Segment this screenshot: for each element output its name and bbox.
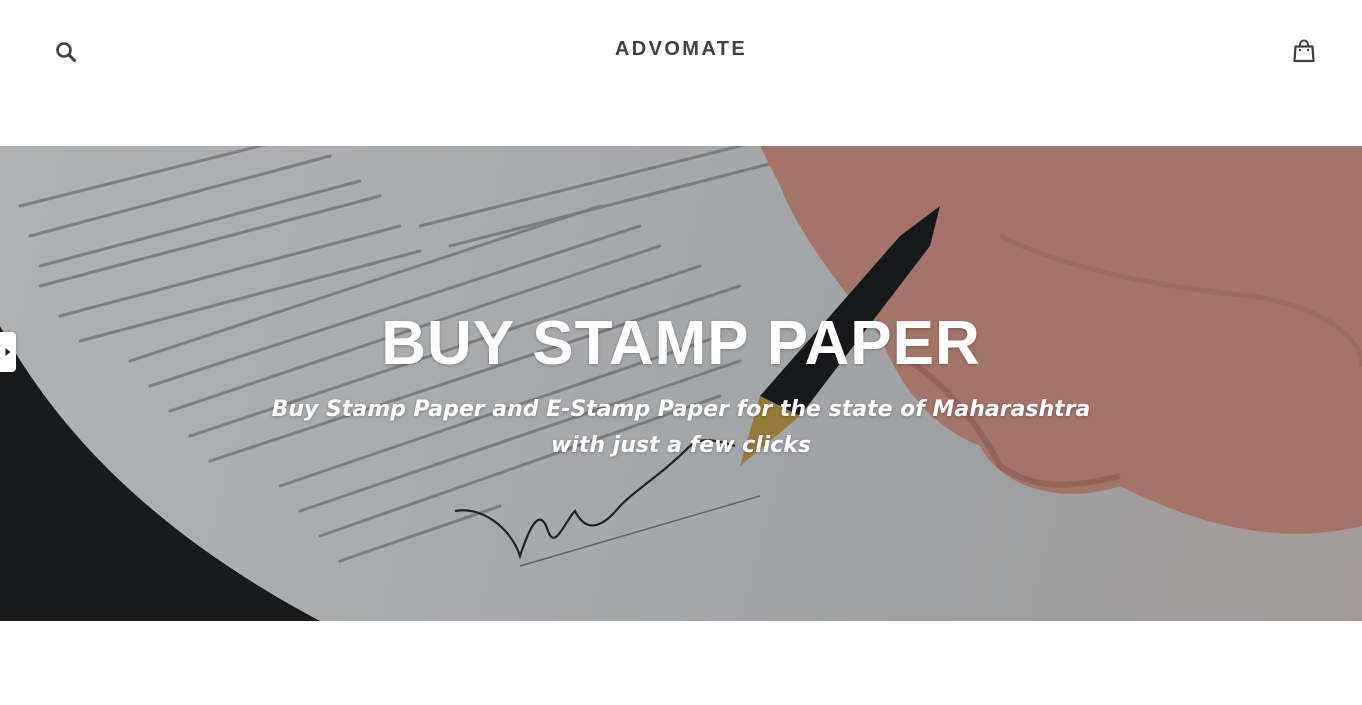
hero-subtitle-line2: with just a few clicks <box>550 433 812 458</box>
content-section <box>0 621 1362 705</box>
hero-title: BUY STAMP PAPER <box>381 309 981 378</box>
caret-right-icon <box>5 348 11 356</box>
cart-icon <box>1293 39 1315 63</box>
search-icon <box>56 42 76 62</box>
hero-overlay <box>0 146 1362 621</box>
site-logo[interactable]: ADVOMATE <box>615 38 747 60</box>
hero-banner: BUY STAMP PAPER Buy Stamp Paper and E-St… <box>0 146 1362 621</box>
site-logo-wrap: ADVOMATE <box>0 38 1362 61</box>
cart-button[interactable] <box>1288 35 1320 67</box>
hero-subtitle-line1: Buy Stamp Paper and E-Stamp Paper for th… <box>271 397 1091 422</box>
site-header: ADVOMATE <box>0 0 1362 146</box>
side-panel-toggle[interactable] <box>0 332 16 372</box>
search-button[interactable] <box>50 36 82 68</box>
hero-subtitle: Buy Stamp Paper and E-Stamp Paper for th… <box>0 392 1362 464</box>
